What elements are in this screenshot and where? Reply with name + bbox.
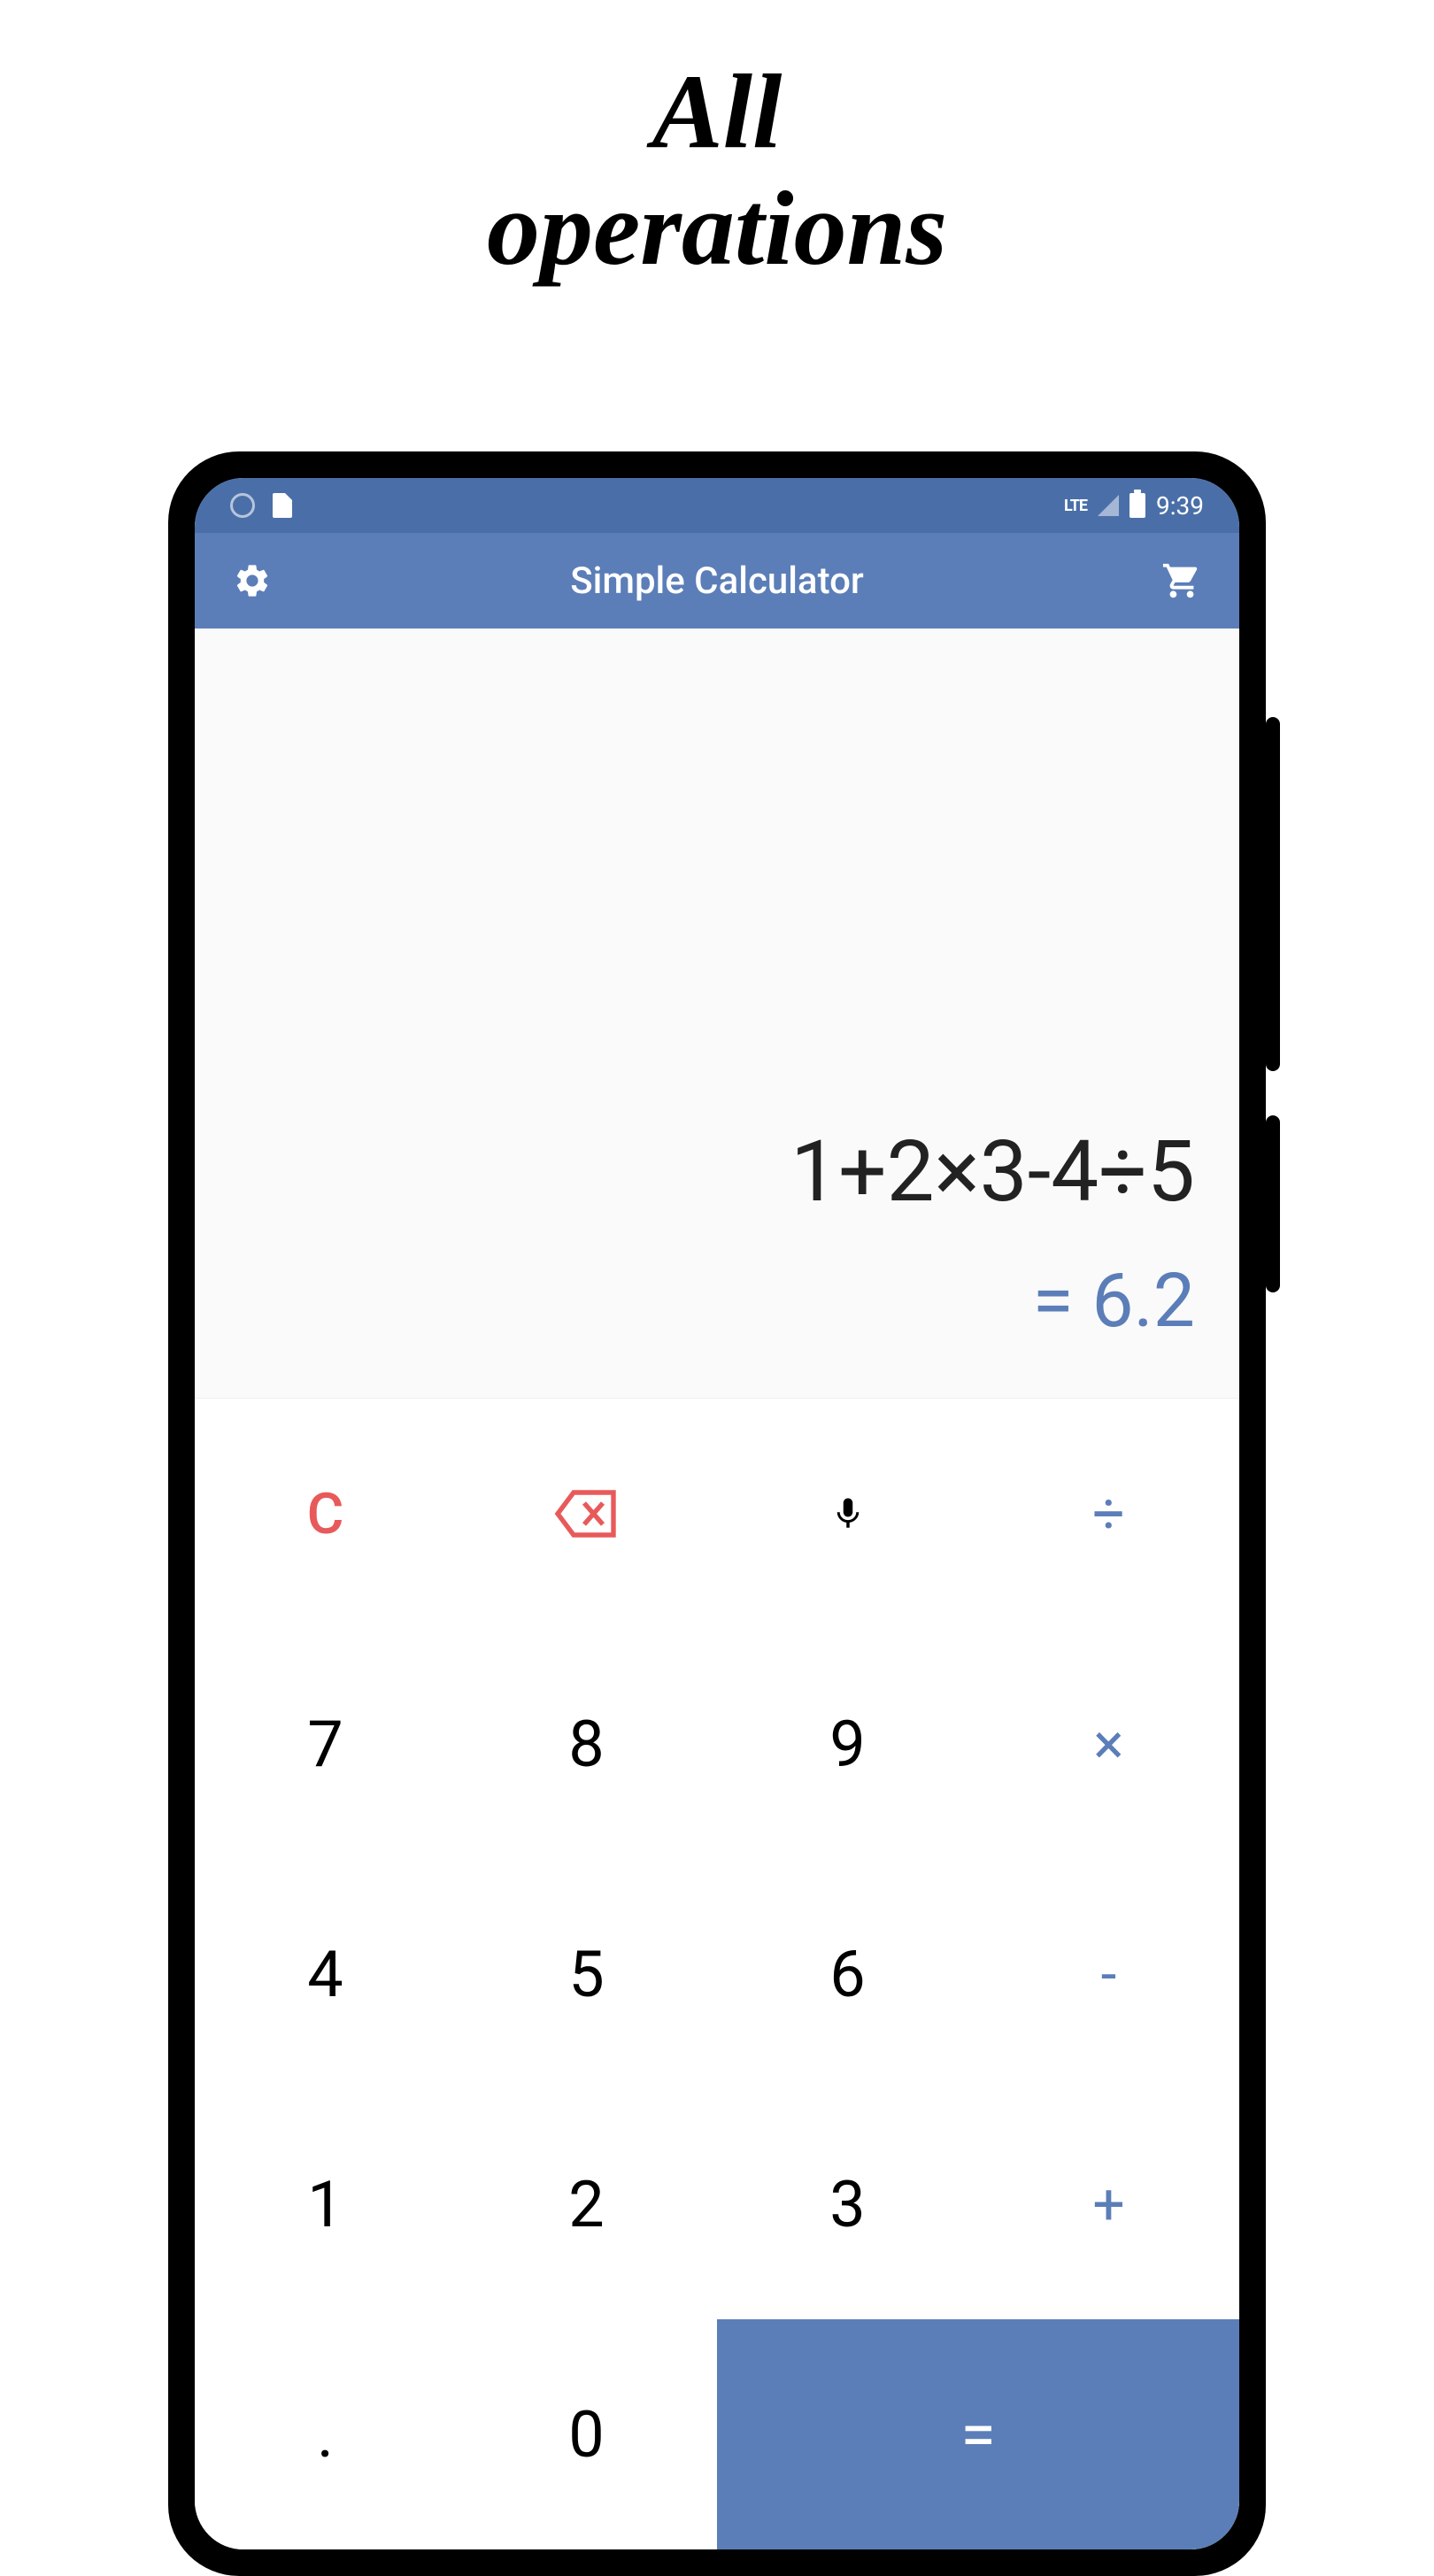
cart-button[interactable] bbox=[1160, 559, 1204, 603]
three-button[interactable]: 3 bbox=[717, 2089, 978, 2319]
divide-button[interactable]: ÷ bbox=[978, 1399, 1239, 1629]
six-button[interactable]: 6 bbox=[717, 1859, 978, 2089]
app-bar: Simple Calculator bbox=[195, 533, 1239, 629]
clock-time: 9:39 bbox=[1156, 491, 1204, 521]
two-button[interactable]: 2 bbox=[456, 2089, 717, 2319]
clear-button[interactable]: C bbox=[195, 1399, 456, 1629]
status-bar: LTE 9:39 bbox=[195, 478, 1239, 533]
backspace-button[interactable] bbox=[456, 1399, 717, 1629]
screen: LTE 9:39 Simple Calculator 1+2×3-4÷5 = 6… bbox=[195, 478, 1239, 2549]
side-button-volume bbox=[1266, 717, 1280, 1071]
microphone-icon bbox=[829, 1486, 867, 1541]
gear-icon bbox=[233, 561, 272, 600]
zero-button[interactable]: 0 bbox=[456, 2319, 717, 2549]
keypad: C ÷ 7 8 9 × 4 5 6 - 1 2 bbox=[195, 1399, 1239, 2549]
expression-text: 1+2×3-4÷5 bbox=[790, 1122, 1195, 1222]
four-button[interactable]: 4 bbox=[195, 1859, 456, 2089]
side-button-power bbox=[1266, 1115, 1280, 1292]
plus-button[interactable]: + bbox=[978, 2089, 1239, 2319]
promo-line1: All bbox=[0, 53, 1434, 170]
seven-button[interactable]: 7 bbox=[195, 1629, 456, 1859]
one-button[interactable]: 1 bbox=[195, 2089, 456, 2319]
voice-button[interactable] bbox=[717, 1399, 978, 1629]
result-text: = 6.2 bbox=[1032, 1257, 1195, 1345]
minus-button[interactable]: - bbox=[978, 1859, 1239, 2089]
sync-icon bbox=[230, 493, 255, 518]
five-button[interactable]: 5 bbox=[456, 1859, 717, 2089]
promo-line2: operations bbox=[0, 170, 1434, 287]
promo-heading: All operations bbox=[0, 0, 1434, 287]
status-left bbox=[230, 493, 292, 518]
settings-button[interactable] bbox=[230, 559, 274, 603]
dot-button[interactable]: . bbox=[195, 2319, 456, 2549]
status-right: LTE 9:39 bbox=[1064, 491, 1204, 521]
equals-button[interactable]: = bbox=[717, 2319, 1239, 2549]
eight-button[interactable]: 8 bbox=[456, 1629, 717, 1859]
cart-icon bbox=[1161, 560, 1202, 601]
sd-card-icon bbox=[273, 493, 292, 518]
lte-label: LTE bbox=[1064, 497, 1087, 515]
nine-button[interactable]: 9 bbox=[717, 1629, 978, 1859]
multiply-button[interactable]: × bbox=[978, 1629, 1239, 1859]
app-title: Simple Calculator bbox=[570, 559, 864, 603]
display-area: 1+2×3-4÷5 = 6.2 bbox=[195, 629, 1239, 1399]
battery-icon bbox=[1129, 493, 1145, 518]
backspace-icon bbox=[553, 1490, 621, 1538]
phone-frame: LTE 9:39 Simple Calculator 1+2×3-4÷5 = 6… bbox=[168, 451, 1266, 2576]
signal-icon bbox=[1098, 495, 1119, 516]
